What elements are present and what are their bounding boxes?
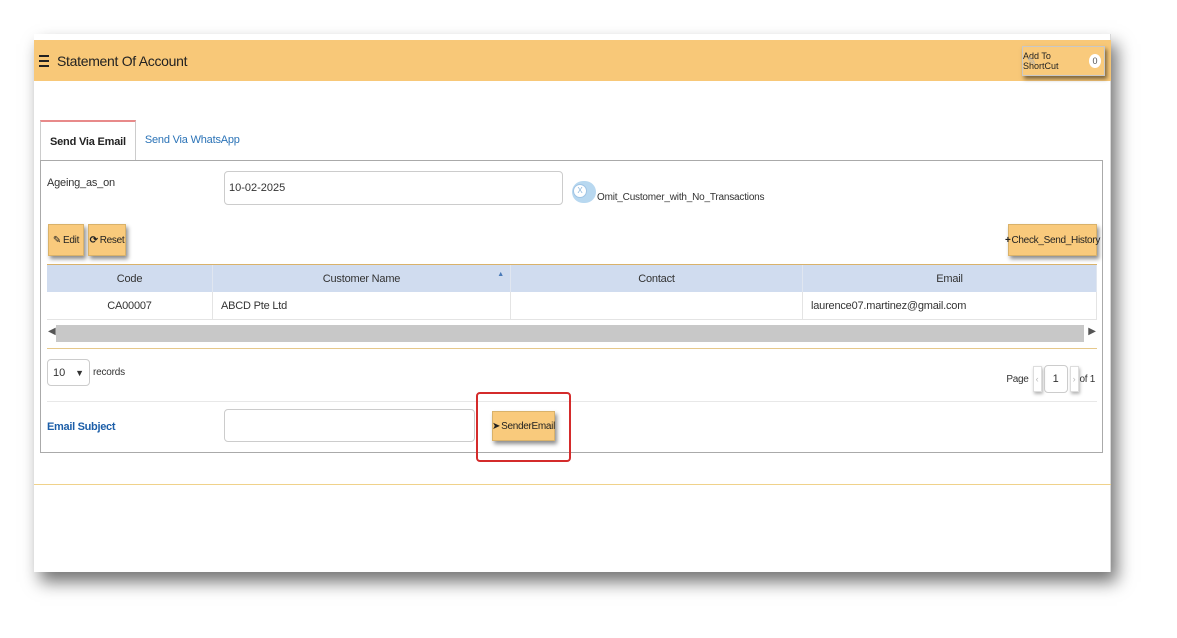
reset-label: Reset [99,234,125,246]
prev-page-icon[interactable]: ‹ [1032,366,1042,392]
column-header-code[interactable]: Code [47,265,213,292]
send-icon: ➤ [491,420,501,432]
cell-email: laurence07.martinez@gmail.com [803,292,1097,319]
page-size-value: 10 [53,366,66,379]
cell-customer-name: ABCD Pte Ltd [213,292,511,319]
refresh-icon: ⟳ [89,234,98,246]
horizontal-scrollbar[interactable]: ◀ ▶ [47,323,1097,343]
column-header-customer-name[interactable]: Customer Name ▲ [213,265,511,292]
footer-divider [34,484,1111,485]
current-page-input[interactable]: 1 [1043,365,1068,393]
toggle-x-icon: X [573,184,587,198]
send-email-button[interactable]: ➤ SenderEmail [492,411,555,441]
page-label: Page [1006,373,1029,385]
of-pages-label: of 1 [1079,373,1096,385]
edit-label: Edit [63,234,80,246]
header-bar: Statement Of Account ✎ Add To ShortCut 0 [34,40,1111,81]
tab-send-via-email[interactable]: Send Via Email [40,120,136,162]
plus-icon: + [1004,234,1011,246]
records-label: records [93,367,125,378]
check-send-history-label: Check_Send_History [1011,234,1101,246]
cell-contact [511,292,803,319]
scroll-left-icon[interactable]: ◀ [48,326,56,337]
ageing-date-input[interactable]: 10-02-2025 [224,171,563,205]
column-header-email[interactable]: Email [803,265,1097,292]
app-window: Statement Of Account ✎ Add To ShortCut 0… [34,34,1111,572]
omit-toggle[interactable]: X [572,181,596,203]
cell-code: CA00007 [47,292,213,319]
ageing-label: Ageing_as_on [47,177,115,189]
shortcut-count-badge: 0 [1089,54,1101,68]
page-title: Statement Of Account [57,52,188,69]
check-send-history-button[interactable]: + Check_Send_History [1004,224,1100,256]
column-header-contact[interactable]: Contact [511,265,803,292]
divider [47,401,1097,402]
next-page-icon[interactable]: › [1069,366,1079,392]
hamburger-menu-icon[interactable] [39,54,49,67]
scroll-right-icon[interactable]: ▶ [1088,326,1096,337]
scrollbar-thumb[interactable] [56,325,1084,342]
tab-bar: Send Via Email Send Via WhatsApp [40,117,249,162]
pagination: Page ‹ 1 › of 1 [1006,365,1095,393]
table-row[interactable]: CA00007 ABCD Pte Ltd laurence07.martinez… [47,292,1097,320]
email-panel: Ageing_as_on 10-02-2025 X Omit_Customer_… [40,160,1103,453]
add-to-shortcut-button[interactable]: ✎ Add To ShortCut 0 [1022,46,1105,76]
reset-button[interactable]: ⟳ Reset [88,224,126,256]
page-size-select[interactable]: 10 ▼ [47,359,90,386]
customer-name-header-label: Customer Name [322,272,401,285]
tab-send-via-whatsapp[interactable]: Send Via WhatsApp [136,119,249,161]
divider [47,348,1097,349]
omit-label: Omit_Customer_with_No_Transactions [597,192,765,203]
send-email-label: SenderEmail [501,420,556,432]
sort-ascending-icon: ▲ [497,271,504,278]
chevron-down-icon: ▼ [75,367,84,378]
customer-grid: Code Customer Name ▲ Contact Email CA000… [47,264,1097,320]
email-subject-input[interactable] [224,409,475,442]
grid-header: Code Customer Name ▲ Contact Email [47,264,1097,292]
email-subject-label: Email Subject [47,421,116,433]
pin-icon: ✎ [1027,56,1037,68]
edit-button[interactable]: ✎ Edit [48,224,84,256]
edit-icon: ✎ [52,234,62,246]
